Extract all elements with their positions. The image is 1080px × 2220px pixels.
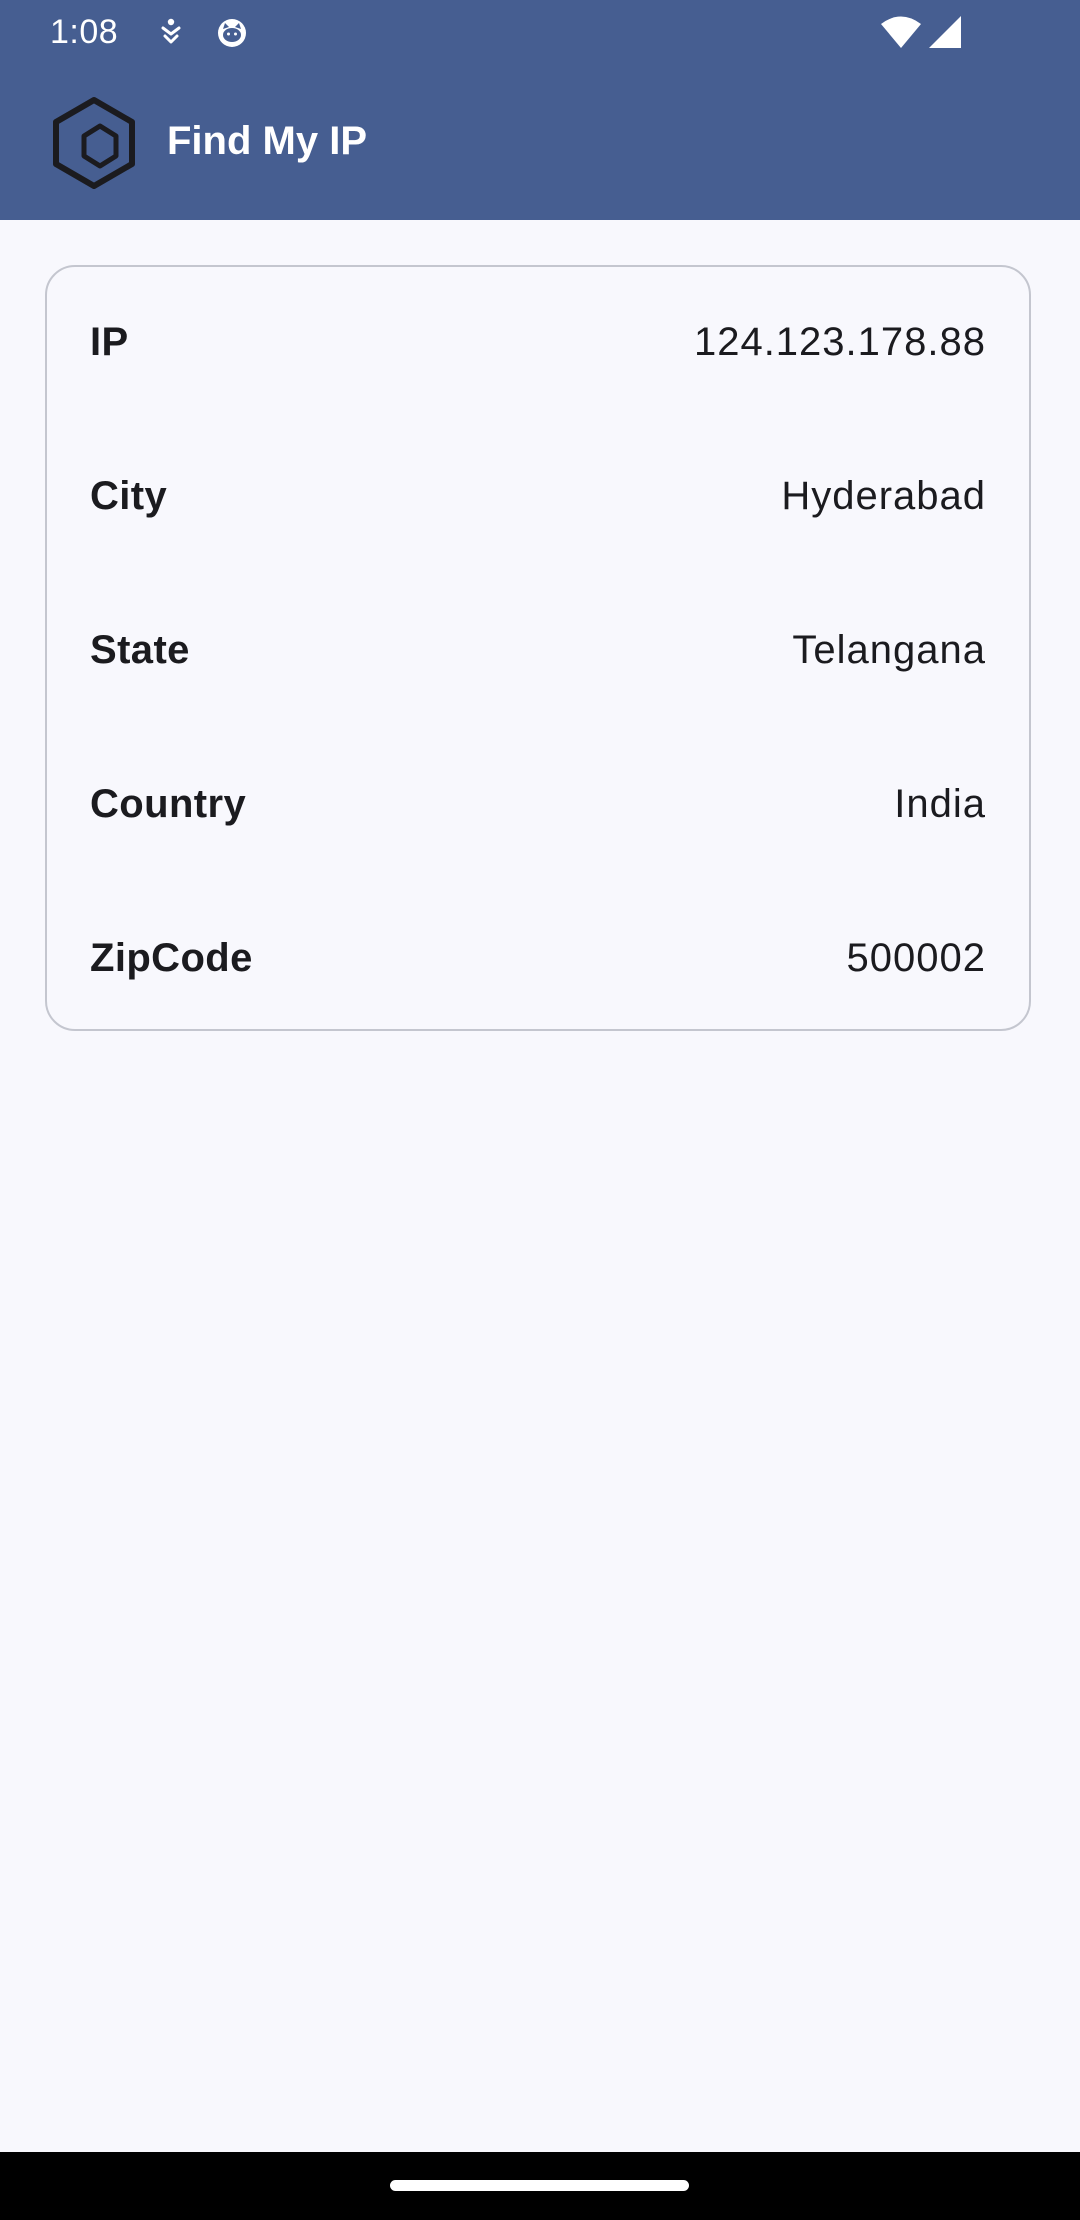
country-value: India	[894, 782, 986, 826]
accessibility-icon	[153, 14, 189, 50]
app-bar: Find My IP	[0, 64, 1080, 220]
city-label: City	[90, 474, 168, 518]
state-label: State	[90, 628, 190, 672]
info-row-city: City Hyderabad	[90, 466, 986, 526]
city-value: Hyderabad	[781, 474, 986, 518]
hexagon-logo-icon	[52, 96, 136, 190]
info-row-zipcode: ZipCode 500002	[90, 928, 986, 988]
ip-value: 124.123.178.88	[693, 320, 986, 364]
info-row-country: Country India	[90, 774, 986, 834]
status-bar: 1:08	[0, 0, 1080, 64]
info-row-ip: IP 124.123.178.88	[90, 312, 986, 372]
ip-label: IP	[90, 320, 129, 364]
country-label: Country	[90, 782, 247, 826]
home-indicator[interactable]	[390, 2180, 689, 2191]
status-time: 1:08	[50, 13, 119, 51]
signal-icon	[928, 15, 962, 49]
zipcode-value: 500002	[846, 936, 986, 980]
wifi-icon	[880, 15, 922, 49]
ip-info-card: IP 124.123.178.88 City Hyderabad State T…	[45, 265, 1031, 1031]
info-row-state: State Telangana	[90, 620, 986, 680]
cat-icon	[214, 14, 250, 50]
navigation-bar	[0, 2152, 1080, 2220]
state-value: Telangana	[792, 628, 986, 672]
zipcode-label: ZipCode	[90, 936, 253, 980]
app-title: Find My IP	[167, 119, 367, 163]
